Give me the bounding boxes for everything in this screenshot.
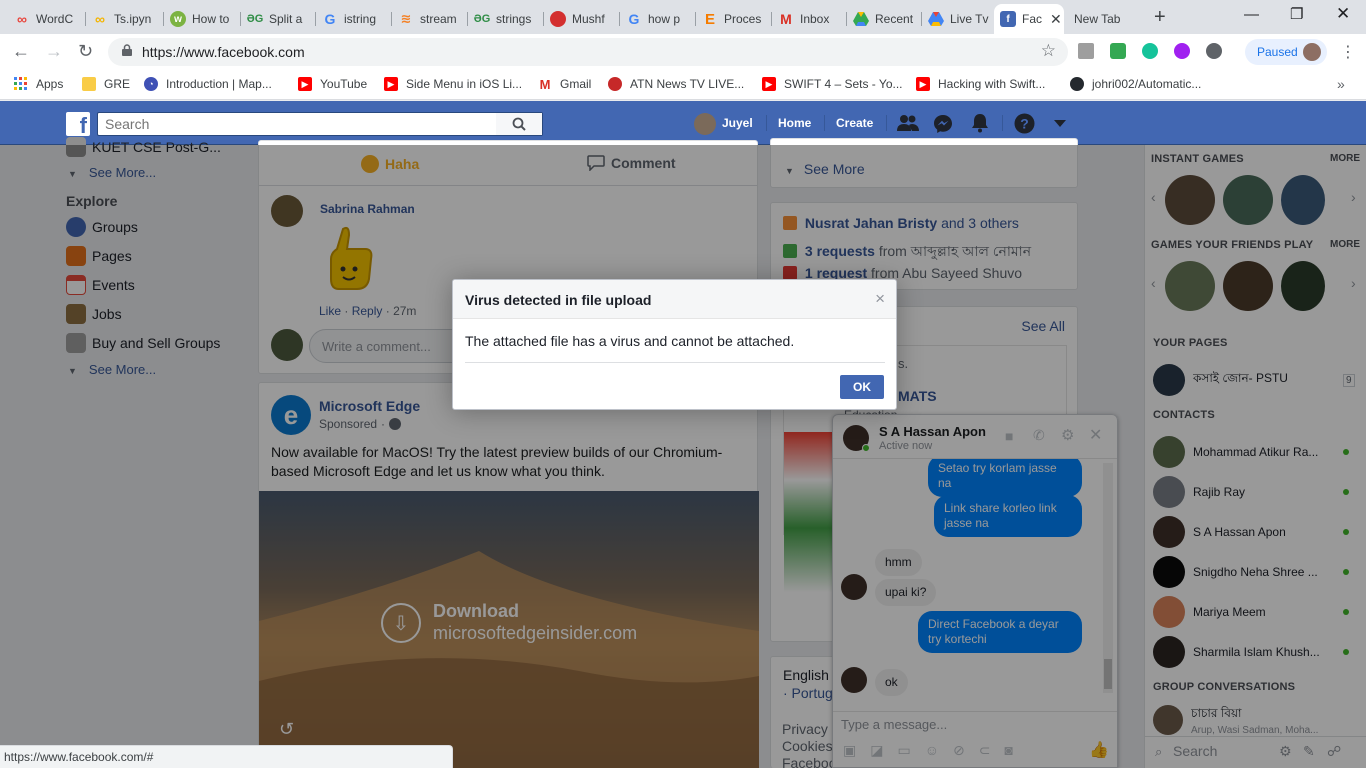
github-icon xyxy=(1070,77,1084,91)
browser-tab[interactable]: G istring xyxy=(316,4,392,34)
minimize-icon[interactable]: — xyxy=(1244,6,1259,23)
how-icon: w xyxy=(170,11,186,27)
close-window-icon[interactable]: ✕ xyxy=(1336,4,1350,24)
bookmarks-overflow-icon[interactable]: » xyxy=(1337,76,1345,92)
dialog-title: Virus detected in file upload xyxy=(465,292,652,308)
browser-tab[interactable]: Mushf xyxy=(544,4,620,34)
browser-tab[interactable]: New Tab xyxy=(1068,4,1148,34)
gmail-icon: M xyxy=(780,11,792,27)
extension-grid-icon[interactable] xyxy=(1078,43,1094,59)
bookmark-link[interactable]: ▶ Side Menu in iOS Li... xyxy=(384,77,522,91)
circle-icon: ◔ xyxy=(144,77,158,91)
profile-paused-button[interactable]: Paused xyxy=(1245,39,1327,65)
browser-tab[interactable]: Live Tv xyxy=(922,4,994,34)
folder-icon xyxy=(82,77,96,91)
stackoverflow-icon: ≋ xyxy=(400,11,412,26)
maximize-icon[interactable]: ❐ xyxy=(1290,5,1303,23)
gfg-icon: ƏG xyxy=(246,13,264,25)
youtube-icon: ▶ xyxy=(916,77,930,91)
dialog-divider xyxy=(465,362,885,363)
gfg-icon: ƏG xyxy=(473,13,491,25)
browser-tab-strip: ∞ WordC ∞ Ts.ipyn w How to ƏG Split a G … xyxy=(0,0,1366,34)
extension-purple-icon[interactable] xyxy=(1174,43,1190,59)
youtube-icon: ▶ xyxy=(298,77,312,91)
facebook-logo-icon[interactable]: f xyxy=(66,112,90,136)
facebook-search-input[interactable] xyxy=(98,113,498,135)
bookmark-link[interactable]: ◔ Introduction | Map... xyxy=(144,77,272,91)
browser-tab[interactable]: ∞ WordC xyxy=(8,4,86,34)
red-circle-icon xyxy=(550,11,566,27)
browser-toolbar: ← → ↻ https://www.facebook.com ☆ Paused … xyxy=(0,34,1366,70)
bookmark-link[interactable]: ATN News TV LIVE... xyxy=(608,77,744,91)
google-icon: G xyxy=(324,11,336,27)
user-avatar[interactable] xyxy=(694,113,716,135)
bookmark-link[interactable]: ▶ YouTube xyxy=(298,77,367,91)
dialog-header: Virus detected in file upload × xyxy=(453,280,896,319)
home-link[interactable]: Home xyxy=(778,116,811,130)
grammarly-icon[interactable] xyxy=(1142,43,1158,59)
bookmarks-bar: Apps GRE ◔ Introduction | Map... ▶ YouTu… xyxy=(0,70,1366,100)
link-status-bubble: https://www.facebook.com/# xyxy=(0,745,453,768)
help-icon[interactable]: ? xyxy=(1014,113,1035,134)
account-menu-caret-icon[interactable] xyxy=(1054,120,1066,128)
bookmark-apps[interactable]: Apps xyxy=(14,77,63,91)
new-tab-icon[interactable]: + xyxy=(1154,6,1166,29)
browser-tab[interactable]: M Inbox xyxy=(772,4,847,34)
dialog-ok-button[interactable]: OK xyxy=(840,375,884,399)
circle-icon xyxy=(608,77,622,91)
modal-backdrop[interactable] xyxy=(0,145,1366,768)
close-tab-icon[interactable]: ✕ xyxy=(1050,11,1062,28)
svg-text:?: ? xyxy=(1020,116,1029,132)
facebook-icon: f xyxy=(1000,11,1016,27)
bookmark-link[interactable]: ▶ Hacking with Swift... xyxy=(916,77,1045,91)
dialog-message: The attached file has a virus and cannot… xyxy=(465,333,795,349)
search-icon[interactable] xyxy=(496,113,542,135)
friend-requests-icon[interactable] xyxy=(897,114,919,132)
browser-tab[interactable]: G how p xyxy=(620,4,696,34)
youtube-icon: ▶ xyxy=(762,77,776,91)
facebook-search[interactable] xyxy=(97,112,543,136)
browser-tab[interactable]: Recent xyxy=(847,4,922,34)
bookmark-star-icon[interactable]: ☆ xyxy=(1041,41,1056,61)
extension-inbox-icon[interactable] xyxy=(1110,43,1126,59)
e-icon: E xyxy=(704,10,715,28)
chat-dim-layer xyxy=(832,414,1118,768)
browser-tab[interactable]: ≋ stream xyxy=(392,4,468,34)
google-icon: G xyxy=(628,11,640,27)
notifications-bell-icon[interactable] xyxy=(970,113,990,133)
lock-icon xyxy=(122,44,132,56)
gmail-icon: M xyxy=(539,76,551,92)
url-text: https://www.facebook.com xyxy=(142,44,305,60)
back-icon[interactable]: ← xyxy=(12,41,30,62)
profile-link[interactable]: Juyel xyxy=(722,116,753,130)
bookmark-link[interactable]: M Gmail xyxy=(538,76,592,92)
reload-icon[interactable]: ↻ xyxy=(78,41,93,62)
dialog-close-icon[interactable]: × xyxy=(875,290,885,308)
profile-avatar xyxy=(1303,43,1321,61)
browser-tab[interactable]: E Proces xyxy=(696,4,772,34)
messenger-icon[interactable] xyxy=(933,114,953,134)
create-link[interactable]: Create xyxy=(836,116,873,130)
browser-tab[interactable]: w How to xyxy=(164,4,241,34)
bookmark-link[interactable]: johri002/Automatic... xyxy=(1070,77,1201,91)
chrome-menu-icon[interactable]: ⋮ xyxy=(1340,42,1356,62)
infinity-icon: ∞ xyxy=(95,11,105,27)
forward-icon[interactable]: → xyxy=(45,41,63,62)
drive-icon xyxy=(853,11,869,27)
bookmark-folder-gre[interactable]: GRE xyxy=(82,77,130,91)
infinity-icon: ∞ xyxy=(17,11,27,27)
youtube-icon: ▶ xyxy=(384,77,398,91)
browser-tab[interactable]: ƏG strings xyxy=(468,4,544,34)
virus-detected-dialog: Virus detected in file upload × The atta… xyxy=(452,279,897,410)
browser-tab-active[interactable]: f Fac ✕ xyxy=(994,4,1064,34)
apps-grid-icon xyxy=(14,77,28,91)
drive-icon xyxy=(928,11,944,27)
bookmark-link[interactable]: ▶ SWIFT 4 – Sets - Yo... xyxy=(762,77,903,91)
browser-tab[interactable]: ƏG Split a xyxy=(241,4,316,34)
address-bar[interactable]: https://www.facebook.com ☆ xyxy=(108,38,1068,66)
browser-tab[interactable]: ∞ Ts.ipyn xyxy=(86,4,164,34)
wappalyzer-icon[interactable] xyxy=(1206,43,1222,59)
